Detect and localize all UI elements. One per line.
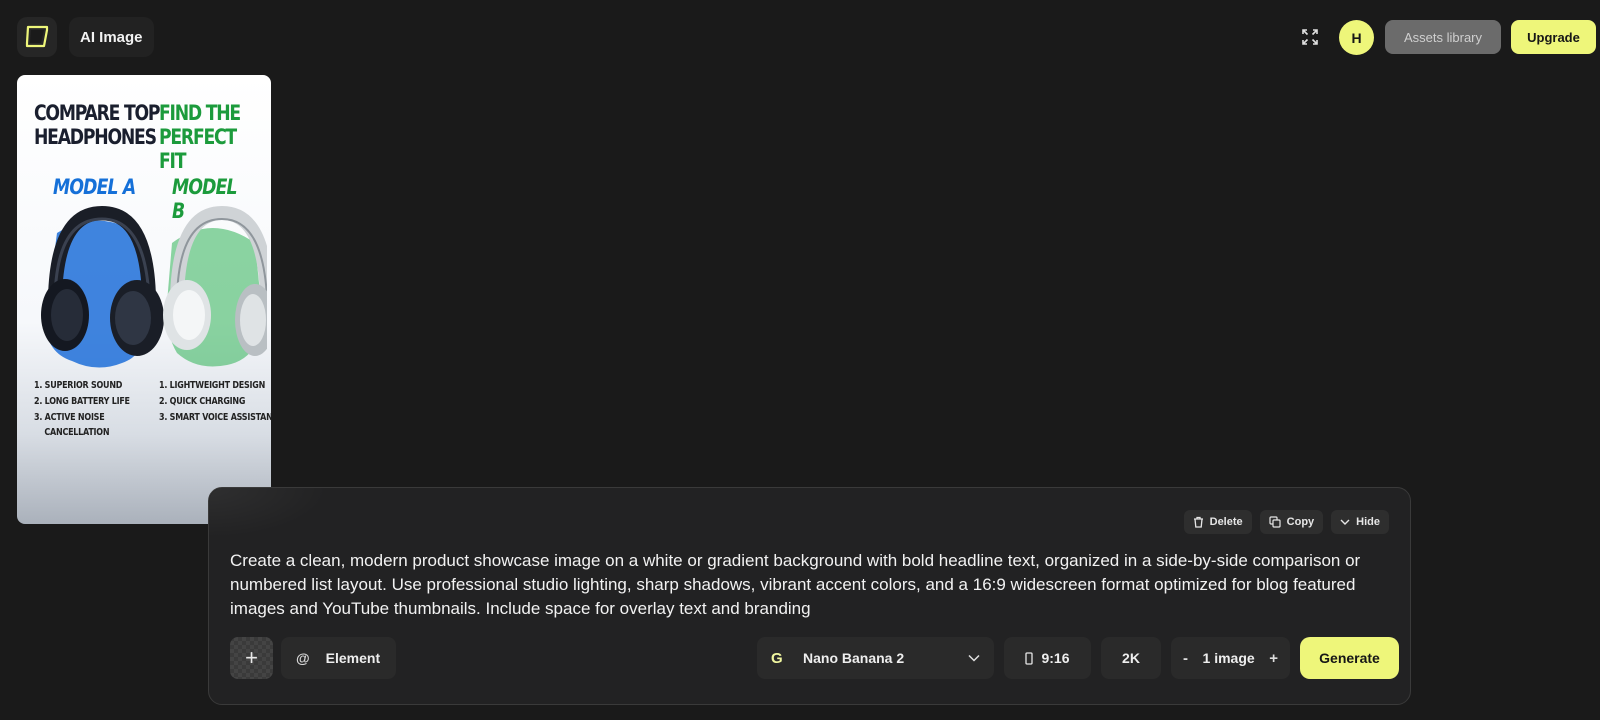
decrement-button[interactable]: - — [1183, 650, 1188, 667]
resolution-button[interactable]: 2K — [1101, 637, 1161, 679]
generated-image-card[interactable]: COMPARE TOP HEADPHONES FIND THE PERFECT … — [17, 75, 271, 524]
app-logo[interactable] — [17, 17, 57, 57]
aspect-ratio-button[interactable]: 9:16 — [1004, 637, 1091, 679]
phone-portrait-icon — [1025, 651, 1034, 665]
delete-label: Delete — [1209, 516, 1243, 528]
prompt-actions: Delete Copy Hide — [1183, 510, 1389, 534]
app-title: AI Image — [69, 17, 154, 57]
image-headline-left: COMPARE TOP HEADPHONES — [34, 101, 161, 149]
user-avatar[interactable]: H — [1339, 20, 1374, 55]
image-count-label: 1 image — [1202, 650, 1255, 666]
image-headline-right: FIND THE PERFECT FIT — [159, 101, 241, 173]
logo-icon — [25, 25, 49, 48]
aspect-ratio-label: 9:16 — [1041, 650, 1070, 666]
model-a-label: MODEL A — [53, 175, 136, 199]
delete-button[interactable]: Delete — [1183, 510, 1252, 534]
hide-label: Hide — [1356, 516, 1380, 528]
prompt-panel: Delete Copy Hide Create a clean, modern … — [208, 487, 1411, 705]
copy-label: Copy — [1286, 516, 1315, 528]
chevron-down-icon — [1340, 519, 1350, 525]
assets-library-button[interactable]: Assets library — [1385, 20, 1501, 54]
expand-icon — [1302, 29, 1318, 45]
prompt-toolbar: + @ Element G Nano Banana 2 9:16 2K - 1 … — [230, 637, 1399, 679]
hide-button[interactable]: Hide — [1331, 510, 1389, 534]
prompt-textarea[interactable]: Create a clean, modern product showcase … — [230, 549, 1370, 621]
trash-icon — [1193, 516, 1203, 528]
model-select[interactable]: G Nano Banana 2 — [757, 637, 994, 679]
fullscreen-button[interactable] — [1297, 24, 1323, 50]
generate-button[interactable]: Generate — [1300, 637, 1399, 679]
google-icon: G — [771, 649, 783, 667]
increment-button[interactable]: + — [1269, 650, 1278, 667]
copy-button[interactable]: Copy — [1259, 510, 1324, 534]
model-a-features: 1. SUPERIOR SOUND 2. LONG BATTERY LIFE 3… — [34, 380, 130, 438]
chevron-down-icon — [968, 654, 980, 662]
upgrade-button[interactable]: Upgrade — [1511, 20, 1596, 54]
element-label: Element — [325, 650, 381, 666]
headphones-illustration — [41, 205, 267, 368]
at-icon: @ — [296, 650, 310, 666]
element-button[interactable]: @ Element — [281, 637, 396, 679]
add-reference-button[interactable]: + — [230, 637, 273, 679]
panel-corner-glow — [209, 488, 329, 538]
model-b-features: 1. LIGHTWEIGHT DESIGN 2. QUICK CHARGING … — [159, 380, 271, 423]
copy-icon — [1269, 516, 1281, 528]
image-count-stepper: - 1 image + — [1171, 637, 1290, 679]
model-name: Nano Banana 2 — [803, 650, 905, 666]
